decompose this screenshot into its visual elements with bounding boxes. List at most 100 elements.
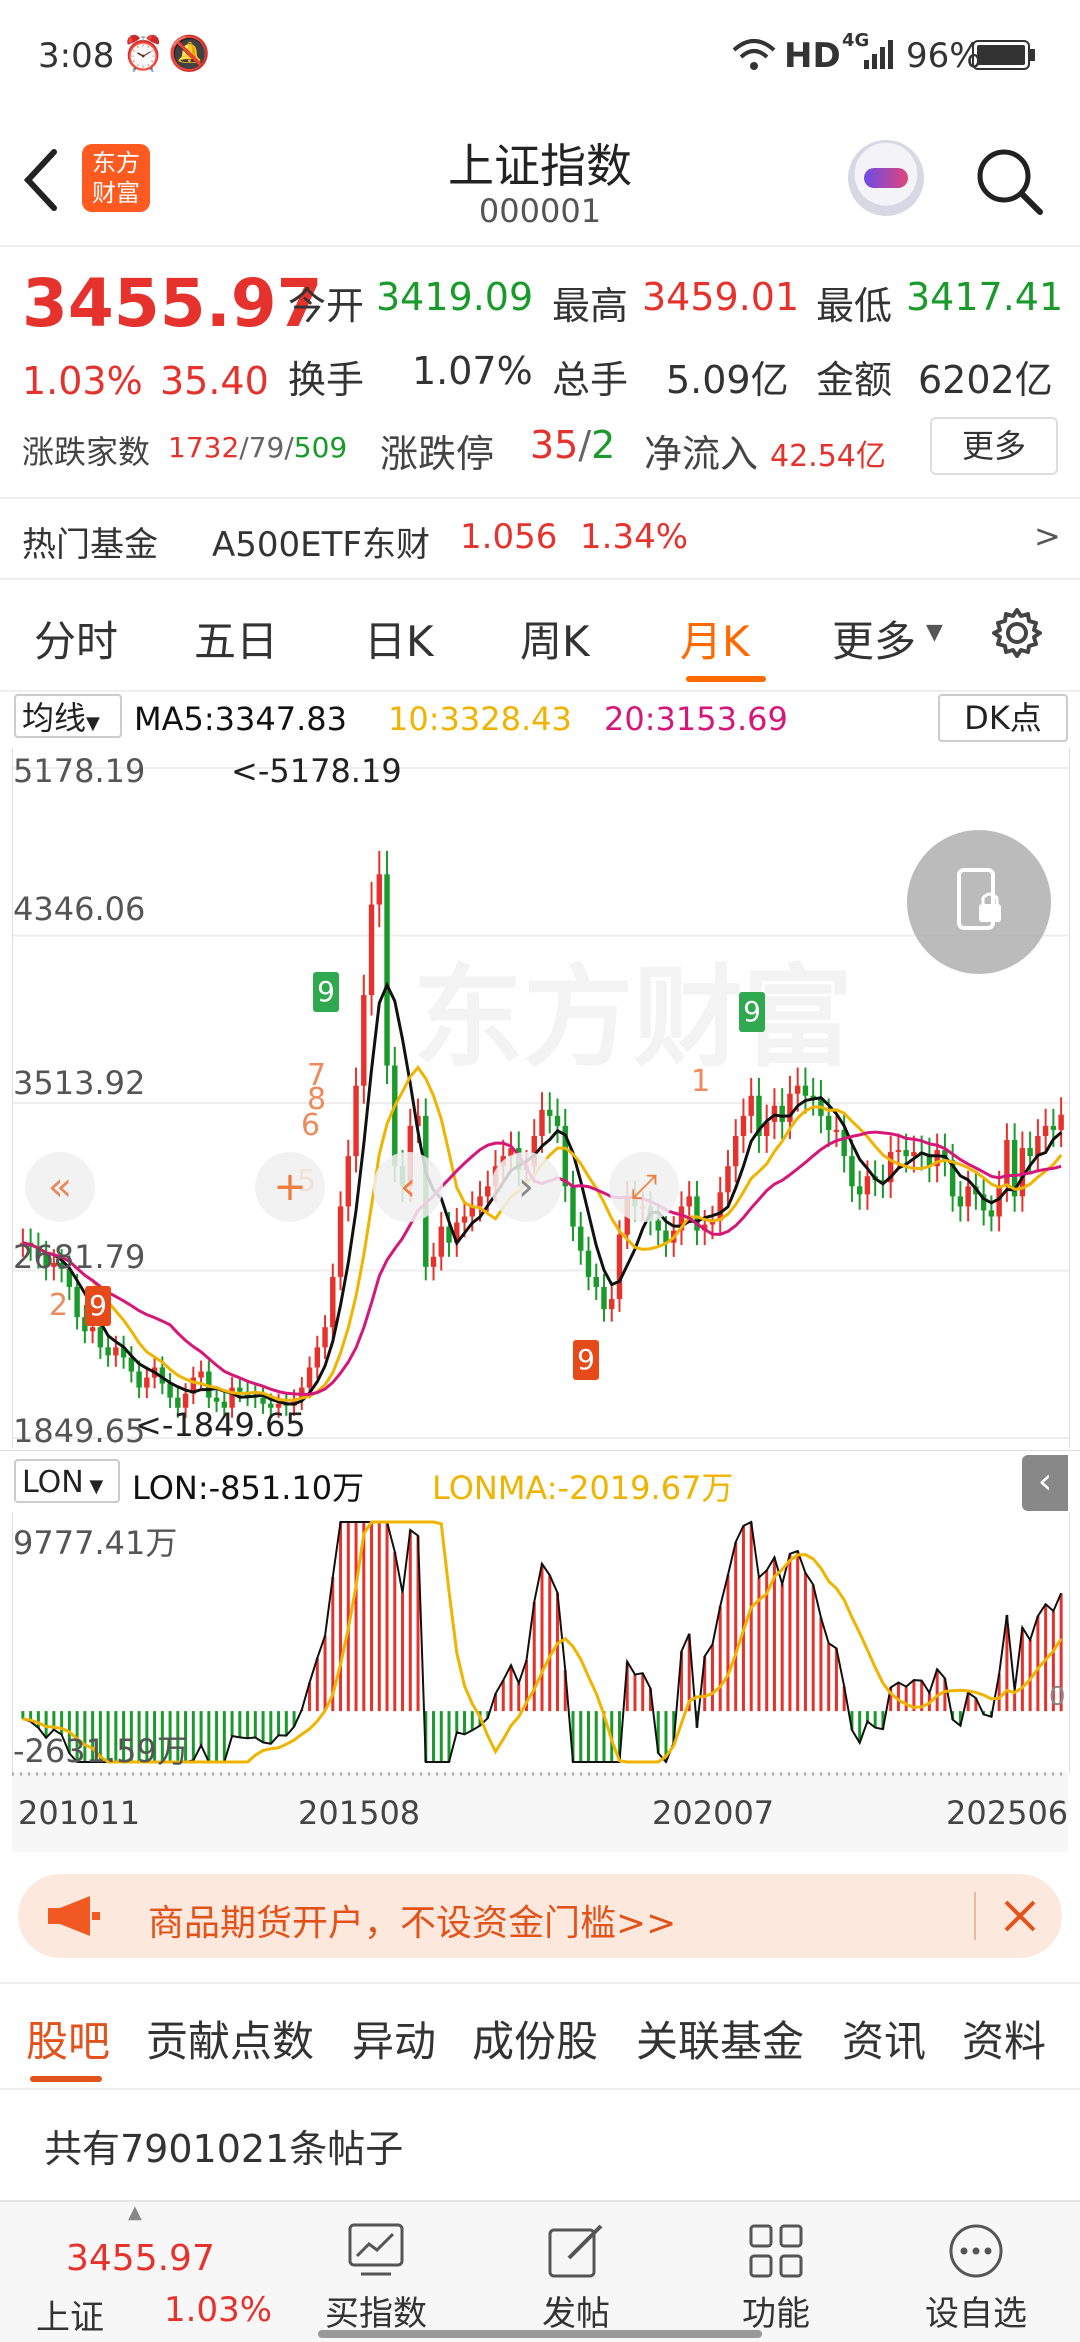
nav-label: 发帖 bbox=[542, 2294, 610, 2334]
hot-fund-arrow[interactable]: > bbox=[1034, 517, 1061, 555]
ma10-value: 10:3328.43 bbox=[388, 700, 572, 738]
current-price: 3455.97 bbox=[22, 265, 323, 342]
turnover-label: 换手 bbox=[288, 358, 365, 402]
lon-chart[interactable]: 9777.41万 -2631.59万 0 bbox=[12, 1512, 1070, 1772]
candle-body bbox=[570, 1186, 576, 1227]
post-count: 共有7901021条帖子 bbox=[44, 2127, 404, 2171]
indicator-selector-label: LON bbox=[22, 1465, 84, 1500]
kline-chart[interactable]: 东方财富 5178.19 4346.06 3513.92 2681.79 184… bbox=[12, 748, 1070, 1450]
candle-body bbox=[1058, 1114, 1064, 1130]
collapse-panel-button[interactable]: ‹ bbox=[1022, 1455, 1068, 1511]
home-indicator bbox=[318, 2330, 762, 2338]
lon-y-top: 9777.41万 bbox=[13, 1524, 178, 1562]
lon-legend-row: LON ▼ LON:-851.10万 LONMA:-2019.67万 ‹ bbox=[0, 1450, 1080, 1513]
candle-body bbox=[779, 1105, 785, 1122]
hot-fund-label: 热门基金 bbox=[22, 525, 158, 565]
tab-five-day[interactable]: 五日 bbox=[194, 608, 278, 669]
ad-text: 商品期货开户，不设资金门槛>> bbox=[148, 1903, 677, 1944]
tab-monthly-k[interactable]: 月K bbox=[680, 608, 750, 669]
date-label: 201508 bbox=[298, 1794, 421, 1832]
candle-body bbox=[717, 1192, 723, 1221]
post-button[interactable]: 发帖 bbox=[511, 2214, 641, 2335]
tab-forum[interactable]: 股吧 bbox=[26, 2008, 110, 2069]
y-label-top: 5178.19 bbox=[13, 752, 146, 790]
search-icon[interactable] bbox=[974, 146, 1044, 216]
zoom-in-button[interactable]: + bbox=[255, 1152, 325, 1222]
high-label: 最高 bbox=[552, 284, 629, 328]
signal-nine-badge: 9 bbox=[573, 1340, 599, 1380]
close-icon[interactable] bbox=[1002, 1898, 1038, 1934]
bottom-pct: 1.03% bbox=[164, 2290, 273, 2330]
back-icon[interactable] bbox=[22, 148, 62, 212]
candle-body bbox=[322, 1327, 328, 1348]
candle-body bbox=[136, 1371, 142, 1388]
limit-values: 35/2 bbox=[530, 423, 616, 467]
tab-more[interactable]: 更多 bbox=[832, 608, 916, 669]
inflow-value: 42.54亿 bbox=[770, 439, 886, 474]
scroll-right-button[interactable]: › bbox=[491, 1152, 561, 1222]
tab-intraday[interactable]: 分时 bbox=[34, 608, 118, 669]
indicator-selector[interactable]: LON ▼ bbox=[14, 1459, 120, 1503]
nav-label: 设自选 bbox=[925, 2294, 1027, 2334]
candle-body bbox=[361, 995, 367, 1086]
low-label: 最低 bbox=[816, 284, 893, 328]
max-price-mark: <-5178.19 bbox=[231, 752, 402, 790]
ma-selector-caret-icon: ▼ bbox=[86, 713, 100, 734]
scroll-left-button[interactable]: ‹ bbox=[373, 1152, 443, 1222]
bottom-bar: ▲ 3455.97 上证 1.03% 买指数 发帖 功能 设自选 bbox=[0, 2200, 1080, 2342]
robot-assistant-icon[interactable] bbox=[848, 140, 924, 216]
scroll-start-button[interactable]: « bbox=[25, 1152, 95, 1222]
double-left-icon: « bbox=[47, 1164, 73, 1210]
tab-daily-k[interactable]: 日K bbox=[364, 608, 434, 669]
lon-y-bottom: -2631.59万 bbox=[13, 1732, 189, 1770]
app-logo: 东方财富 bbox=[82, 144, 150, 212]
date-ticks bbox=[12, 1772, 1068, 1776]
ad-banner[interactable]: 商品期货开户，不设资金门槛>> bbox=[18, 1874, 1062, 1958]
tab-constituents[interactable]: 成份股 bbox=[472, 2008, 598, 2069]
more-button[interactable]: 更多 bbox=[930, 417, 1058, 475]
amount-label: 金额 bbox=[816, 358, 893, 402]
candle-body bbox=[895, 1150, 902, 1153]
candle-body bbox=[461, 1216, 468, 1223]
breadth-down: 509 bbox=[293, 431, 348, 464]
hot-fund-name[interactable]: A500ETF东财 bbox=[212, 517, 430, 566]
caret-up-icon[interactable]: ▲ bbox=[128, 2202, 142, 2223]
tab-movement[interactable]: 异动 bbox=[352, 2008, 436, 2069]
active-tab-indicator bbox=[686, 676, 766, 682]
candle-body bbox=[554, 1115, 561, 1126]
wifi-icon bbox=[732, 39, 776, 70]
dk-point-button[interactable]: DK点 bbox=[938, 694, 1068, 742]
ma-selector[interactable]: 均线▼ bbox=[14, 694, 122, 738]
buy-index-button[interactable]: 买指数 bbox=[311, 2214, 441, 2335]
signal-nine-badge: 9 bbox=[739, 992, 765, 1032]
open-value: 3419.09 bbox=[376, 275, 534, 319]
candle-body bbox=[314, 1347, 321, 1368]
signal-count: 1 bbox=[691, 1064, 711, 1099]
candle-body bbox=[213, 1397, 220, 1402]
ma5-value: MA5:3347.83 bbox=[134, 700, 347, 738]
candle-body bbox=[97, 1327, 104, 1348]
indicator-caret-icon: ▼ bbox=[83, 1476, 104, 1497]
settings-gear-icon[interactable] bbox=[990, 606, 1044, 660]
ma-selector-label: 均线 bbox=[22, 699, 87, 737]
signal-nine-badge: 9 bbox=[313, 972, 339, 1012]
tab-profile[interactable]: 资料 bbox=[962, 2008, 1046, 2069]
add-watchlist-button[interactable]: 设自选 bbox=[911, 2214, 1041, 2335]
tab-weekly-k[interactable]: 周K bbox=[520, 608, 590, 669]
lock-screen-button[interactable] bbox=[907, 830, 1051, 974]
signal-count: 6 bbox=[301, 1108, 321, 1143]
tab-news[interactable]: 资讯 bbox=[842, 2008, 926, 2069]
megaphone-icon bbox=[48, 1896, 100, 1936]
logo-text: 东方财富 bbox=[92, 149, 140, 207]
fullscreen-button[interactable]: ⤢ bbox=[609, 1152, 679, 1222]
breadth-values: 1732/79/509 bbox=[168, 431, 348, 464]
inflow-label: 净流入 bbox=[644, 432, 759, 476]
posts-section: 共有7901021条帖子 bbox=[0, 2088, 1080, 2198]
tab-contribution[interactable]: 贡献点数 bbox=[146, 2008, 314, 2069]
breadth-label: 涨跌家数 bbox=[22, 433, 151, 471]
candle-body bbox=[601, 1286, 607, 1310]
candle-body bbox=[330, 1276, 336, 1328]
lonma-value: LONMA:-2019.67万 bbox=[432, 1469, 734, 1507]
functions-button[interactable]: 功能 bbox=[711, 2214, 841, 2335]
tab-related-funds[interactable]: 关联基金 bbox=[636, 2008, 804, 2069]
